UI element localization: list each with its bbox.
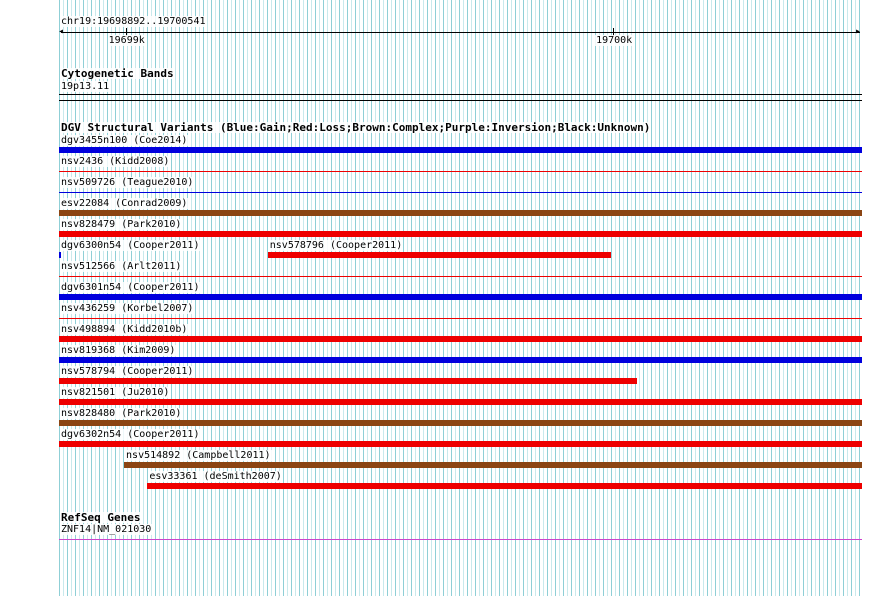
dgv-feature-label[interactable]: nsv578796 (Cooper2011) bbox=[268, 240, 404, 251]
ruler-tick-label: 19700k bbox=[595, 35, 634, 46]
dgv-feature-bar[interactable] bbox=[59, 171, 862, 172]
cytoband-label[interactable]: 19p13.11 bbox=[60, 81, 111, 92]
dgv-feature-bar[interactable] bbox=[59, 210, 862, 216]
dgv-feature-label[interactable]: nsv2436 (Kidd2008) bbox=[60, 156, 171, 167]
refseq-gene-label[interactable]: ZNF14|NM_021030 bbox=[60, 524, 153, 535]
dgv-feature-bar[interactable] bbox=[59, 336, 862, 342]
dgv-feature-label[interactable]: esv33361 (deSmith2007) bbox=[148, 471, 283, 482]
ruler-left-arrow-icon[interactable]: ◂ bbox=[58, 26, 64, 37]
dgv-feature-label[interactable]: nsv578794 (Cooper2011) bbox=[60, 366, 195, 377]
dgv-track-title: DGV Structural Variants (Blue:Gain;Red:L… bbox=[60, 121, 652, 134]
dgv-feature-label[interactable]: dgv3455n100 (Coe2014) bbox=[60, 135, 189, 146]
dgv-feature-bar[interactable] bbox=[59, 378, 638, 384]
location-label: chr19:19698892..19700541 bbox=[60, 16, 207, 27]
dgv-feature-bar[interactable] bbox=[147, 483, 862, 489]
dgv-feature-bar[interactable] bbox=[59, 276, 862, 277]
dgv-feature-label[interactable]: dgv6300n54 (Cooper2011) bbox=[60, 240, 201, 251]
dgv-feature-label[interactable]: nsv512566 (Arlt2011) bbox=[60, 261, 183, 272]
dgv-feature-bar[interactable] bbox=[59, 357, 862, 363]
dgv-feature-bar[interactable] bbox=[59, 420, 862, 426]
ruler-tick-label: 19699k bbox=[107, 35, 146, 46]
dgv-feature-bar[interactable] bbox=[59, 231, 862, 237]
dgv-feature-label[interactable]: nsv509726 (Teague2010) bbox=[60, 177, 195, 188]
ruler-right-arrow-icon[interactable]: ▸ bbox=[855, 26, 861, 37]
dgv-feature-bar[interactable] bbox=[267, 252, 612, 258]
dgv-feature-label[interactable]: nsv821501 (Ju2010) bbox=[60, 387, 171, 398]
dgv-feature-bar[interactable] bbox=[124, 462, 862, 468]
dgv-feature-label[interactable]: dgv6302n54 (Cooper2011) bbox=[60, 429, 201, 440]
refseq-gene-line[interactable] bbox=[59, 539, 862, 540]
dgv-feature-bar[interactable] bbox=[59, 147, 862, 153]
dgv-feature-label[interactable]: dgv6301n54 (Cooper2011) bbox=[60, 282, 201, 293]
cytoband-track-title: Cytogenetic Bands bbox=[60, 67, 175, 80]
dgv-feature-bar[interactable] bbox=[59, 252, 62, 258]
cytoband-line-bottom bbox=[59, 100, 862, 101]
dgv-feature-label[interactable]: nsv436259 (Korbel2007) bbox=[60, 303, 195, 314]
dgv-feature-bar[interactable] bbox=[59, 192, 862, 193]
dgv-feature-label[interactable]: nsv514892 (Campbell2011) bbox=[125, 450, 272, 461]
dgv-feature-label[interactable]: nsv819368 (Kim2009) bbox=[60, 345, 177, 356]
dgv-feature-label[interactable]: nsv498894 (Kidd2010b) bbox=[60, 324, 189, 335]
dgv-feature-bar[interactable] bbox=[59, 318, 862, 319]
dgv-feature-label[interactable]: nsv828479 (Park2010) bbox=[60, 219, 183, 230]
dgv-feature-bar[interactable] bbox=[59, 399, 862, 405]
dgv-feature-label[interactable]: nsv828480 (Park2010) bbox=[60, 408, 183, 419]
ruler-axis bbox=[61, 32, 860, 33]
refseq-track-title: RefSeq Genes bbox=[60, 511, 142, 524]
cytoband-line-top bbox=[59, 94, 862, 95]
dgv-feature-bar[interactable] bbox=[59, 294, 862, 300]
dgv-feature-label[interactable]: esv22084 (Conrad2009) bbox=[60, 198, 189, 209]
dgv-feature-bar[interactable] bbox=[59, 441, 862, 447]
